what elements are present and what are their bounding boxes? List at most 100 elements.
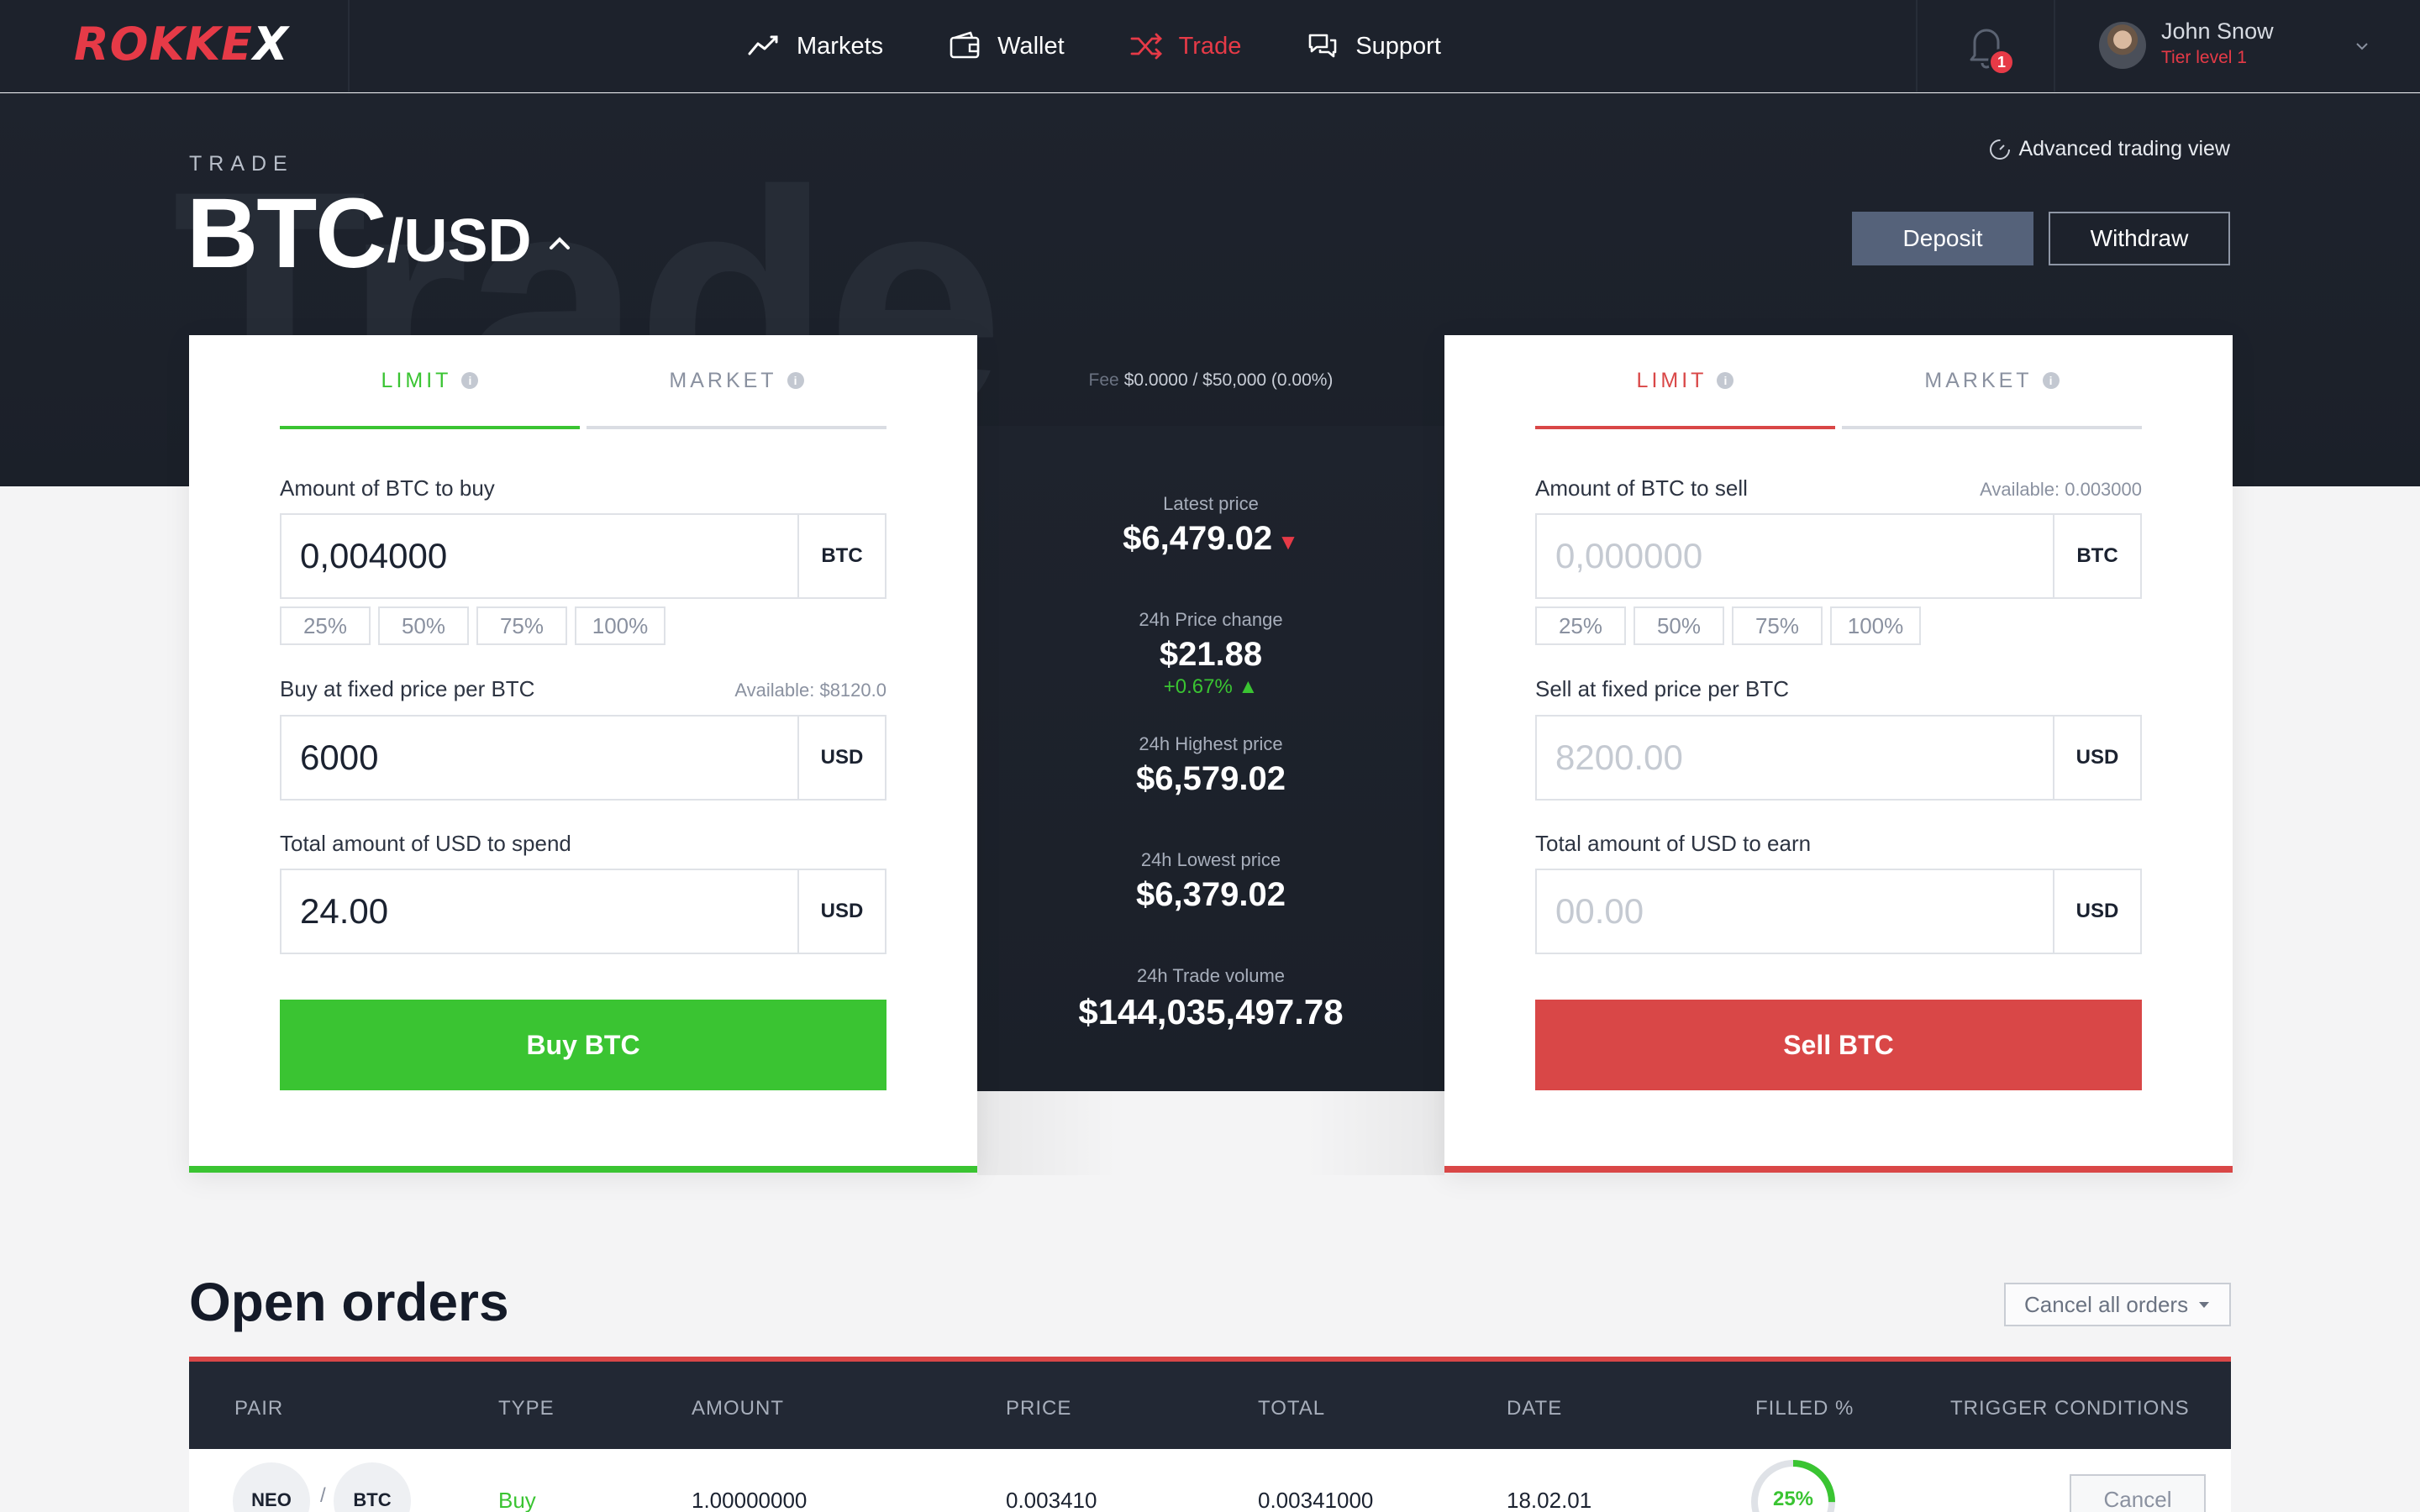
stat-label: 24h Trade volume (1136, 965, 1286, 986)
column-header-trigger-conditions: TRIGGER CONDITIONS (1950, 1397, 2190, 1420)
stat-latest-price: Latest price $6,479.02 ▼ (977, 493, 1444, 558)
tab-market[interactable]: MARKET i (587, 335, 886, 429)
main-nav: Markets Wallet Trade Support (746, 0, 1441, 92)
navbar-divider (1916, 0, 1918, 92)
unit-label: BTC (797, 515, 885, 597)
buy-card: LIMITi MARKETi Amount of BTC to buy BTC … (189, 335, 977, 1173)
buy-amount-input[interactable] (281, 515, 797, 597)
tab-label: LIMIT (381, 368, 452, 392)
unit-label: BTC (2053, 515, 2140, 597)
navbar-divider (2054, 0, 2055, 92)
fee-label: Fee (1088, 370, 1119, 390)
logo-text: ROKKE (74, 17, 254, 71)
amount-label: Amount of BTC to sell (1535, 475, 1748, 501)
buy-total-field: USD (280, 869, 886, 954)
unit-label: USD (797, 870, 885, 953)
down-arrow-icon: ▼ (1277, 529, 1299, 554)
percent-50-button[interactable]: 50% (1634, 606, 1724, 645)
percent-buttons: 25% 50% 75% 100% (1535, 606, 1928, 645)
percent-50-button[interactable]: 50% (378, 606, 469, 645)
percent-25-button[interactable]: 25% (1535, 606, 1626, 645)
sell-total-input[interactable] (1537, 870, 2053, 953)
caret-down-icon (2199, 1302, 2209, 1308)
logo-x: X (253, 17, 289, 71)
column-header-amount: AMOUNT (692, 1397, 784, 1420)
sell-btc-button[interactable]: Sell BTC (1535, 1000, 2142, 1090)
navbar-divider (348, 0, 350, 92)
sell-total-field: USD (1535, 869, 2142, 954)
cancel-all-orders-dropdown[interactable]: Cancel all orders (2004, 1283, 2231, 1326)
stat-value: $6,479.02 ▼ (977, 520, 1444, 558)
coin-badge-quote: BTC (334, 1462, 411, 1512)
column-header-type: TYPE (498, 1397, 555, 1420)
available-balance: Available: 0.003000 (1980, 479, 2142, 500)
buy-amount-field: BTC (280, 513, 886, 599)
stat-value: $6,579.02 (1136, 760, 1286, 797)
unit-label: USD (797, 717, 885, 799)
buy-btc-button[interactable]: Buy BTC (280, 1000, 886, 1090)
nav-item-support[interactable]: Support (1305, 0, 1441, 92)
withdraw-button[interactable]: Withdraw (2049, 212, 2230, 265)
info-icon[interactable]: i (1717, 372, 1734, 389)
nav-item-wallet[interactable]: Wallet (947, 0, 1065, 92)
tab-limit[interactable]: LIMIT i (1535, 335, 1835, 429)
available-balance: Available: $8120.0 (734, 680, 886, 701)
chevron-down-icon[interactable] (2353, 37, 2371, 55)
fee-value: $0.0000 / $50,000 (0.00%) (1123, 370, 1334, 390)
cancel-order-button[interactable]: Cancel (2070, 1474, 2206, 1512)
order-type-tabs: LIMIT i MARKET i (1535, 335, 2142, 429)
deposit-button[interactable]: Deposit (1852, 212, 2033, 265)
table-row: NEO / BTC Buy 1.00000000 0.003410 0.0034… (189, 1449, 2231, 1512)
buy-total-input[interactable] (281, 870, 797, 953)
sell-amount-field: BTC (1535, 513, 2142, 599)
stat-value: $6,379.02 (1136, 876, 1286, 913)
stat-value: $144,035,497.78 (1078, 992, 1344, 1032)
order-total: 0.00341000 (1258, 1488, 1374, 1512)
stat-lowest-price: 24h Lowest price $6,379.02 (977, 849, 1444, 914)
nav-item-markets[interactable]: Markets (746, 0, 883, 92)
wallet-icon (950, 31, 980, 59)
percent-100-button[interactable]: 100% (575, 606, 666, 645)
rokkex-logo[interactable]: ROKKE X (74, 17, 289, 71)
notification-badge: 1 (1988, 49, 2015, 76)
chat-bubbles-icon (1309, 34, 1337, 58)
percent-100-button[interactable]: 100% (1830, 606, 1921, 645)
avatar[interactable] (2099, 22, 2146, 69)
info-icon[interactable]: i (461, 372, 479, 389)
column-header-date: DATE (1507, 1397, 1563, 1420)
chart-line-icon (748, 35, 778, 55)
order-amount: 1.00000000 (692, 1488, 808, 1512)
order-date: 18.02.01 (1507, 1488, 1592, 1512)
coin-badge-base: NEO (233, 1462, 310, 1512)
sell-amount-input[interactable] (1537, 515, 2053, 597)
chevron-up-icon[interactable] (544, 228, 575, 258)
tab-limit[interactable]: LIMIT i (280, 335, 580, 429)
buy-price-field: USD (280, 715, 886, 801)
order-type-tabs: LIMIT i MARKET i (280, 335, 886, 429)
pair-base: BTC (187, 178, 387, 289)
column-header-price: PRICE (1006, 1397, 1072, 1420)
tab-market[interactable]: MARKET i (1842, 335, 2142, 429)
buy-price-input[interactable] (281, 717, 797, 799)
sell-price-input[interactable] (1537, 717, 2053, 799)
unit-label: USD (2053, 870, 2140, 953)
percent-75-button[interactable]: 75% (1732, 606, 1823, 645)
stat-label: 24h Highest price (1139, 733, 1283, 754)
panel-shadow (977, 1091, 1444, 1175)
percent-25-button[interactable]: 25% (280, 606, 371, 645)
tab-label: MARKET (1924, 368, 2033, 392)
advanced-trading-label: Advanced trading view (2018, 137, 2230, 160)
shuffle-icon (1130, 33, 1162, 60)
nav-label-trade: Trade (1178, 32, 1242, 60)
percent-buttons: 25% 50% 75% 100% (280, 606, 673, 645)
percent-75-button[interactable]: 75% (476, 606, 567, 645)
nav-item-trade[interactable]: Trade (1128, 0, 1242, 92)
pair-title[interactable]: BTC/USD (187, 179, 532, 288)
advanced-trading-link[interactable]: Advanced trading view (1988, 137, 2230, 161)
nav-label-support: Support (1355, 32, 1441, 60)
stat-label: Latest price (1163, 493, 1259, 514)
info-icon[interactable]: i (786, 372, 804, 389)
nav-label-wallet: Wallet (997, 32, 1065, 60)
info-icon[interactable]: i (2042, 372, 2060, 389)
user-name[interactable]: John Snow (2161, 18, 2274, 45)
